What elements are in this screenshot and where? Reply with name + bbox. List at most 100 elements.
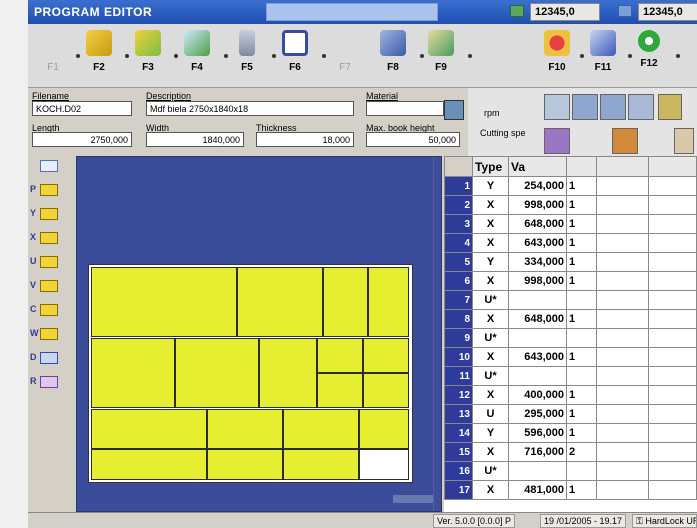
cut-type-cell[interactable]: Y (472, 252, 509, 272)
value-cell[interactable] (508, 461, 567, 481)
cut-type-cell[interactable]: U (472, 404, 509, 424)
extra-cell[interactable] (648, 176, 697, 196)
tool-7-icon[interactable] (612, 128, 638, 154)
f1-button[interactable]: F1 (30, 28, 76, 84)
cut-list-grid[interactable]: Type Va 1 Y 254,000 1 2 X 998,000 1 3 X 648,000 1 4 X… (444, 156, 697, 512)
value-cell[interactable]: 643,000 (508, 347, 567, 367)
value-cell[interactable]: 998,000 (508, 271, 567, 291)
vtool-p[interactable]: P (30, 182, 58, 198)
vtool-v[interactable]: V (30, 278, 58, 294)
extra-cell[interactable] (648, 347, 697, 367)
repeat-cell[interactable] (566, 328, 597, 348)
cut-type-cell[interactable]: X (472, 214, 509, 234)
extra-cell[interactable] (596, 480, 649, 500)
extra-cell[interactable] (596, 328, 649, 348)
table-row[interactable]: 5 Y 334,000 1 (444, 252, 697, 272)
cut-type-cell[interactable]: U* (472, 290, 509, 310)
vtool-x[interactable]: X (30, 230, 58, 246)
vtool-new[interactable] (30, 158, 58, 174)
table-row[interactable]: 17 X 481,000 1 (444, 480, 697, 500)
cut-type-cell[interactable]: Y (472, 423, 509, 443)
extra-cell[interactable] (648, 442, 697, 462)
cut-type-cell[interactable]: X (472, 442, 509, 462)
extra-cell[interactable] (596, 195, 649, 215)
extra-cell[interactable] (648, 271, 697, 291)
tool-6-icon[interactable] (544, 128, 570, 154)
panel[interactable] (323, 267, 368, 337)
repeat-cell[interactable]: 1 (566, 214, 597, 234)
extra-cell[interactable] (596, 214, 649, 234)
value-cell[interactable]: 481,000 (508, 480, 567, 500)
cut-type-cell[interactable]: U* (472, 328, 509, 348)
extra-cell[interactable] (596, 252, 649, 272)
extra-cell[interactable] (648, 290, 697, 310)
extra-cell[interactable] (596, 290, 649, 310)
value-cell[interactable]: 643,000 (508, 233, 567, 253)
repeat-cell[interactable]: 1 (566, 423, 597, 443)
panel[interactable] (363, 338, 409, 373)
panel[interactable] (91, 409, 207, 449)
extra-cell[interactable] (648, 328, 697, 348)
repeat-cell[interactable]: 1 (566, 176, 597, 196)
table-row[interactable]: 4 X 643,000 1 (444, 233, 697, 253)
extra-cell[interactable] (596, 347, 649, 367)
repeat-cell[interactable]: 2 (566, 442, 597, 462)
table-row[interactable]: 11 U* (444, 366, 697, 386)
repeat-cell[interactable] (566, 461, 597, 481)
extra-cell[interactable] (648, 461, 697, 481)
extra-cell[interactable] (648, 233, 697, 253)
value-cell[interactable]: 334,000 (508, 252, 567, 272)
tool-4-icon[interactable] (628, 94, 654, 120)
extra-cell[interactable] (596, 233, 649, 253)
extra-cell[interactable] (648, 252, 697, 272)
value-cell[interactable] (508, 290, 567, 310)
vtool-d[interactable]: D (30, 350, 58, 366)
panel[interactable] (283, 449, 359, 480)
thickness-field[interactable]: 18,000 (256, 132, 354, 147)
panel[interactable] (91, 267, 237, 337)
panel[interactable] (317, 338, 363, 373)
description-field[interactable]: Mdf biela 2750x1840x18 (146, 101, 354, 116)
extra-cell[interactable] (648, 423, 697, 443)
value-column-header[interactable]: Va (508, 156, 567, 177)
extra-cell[interactable] (648, 309, 697, 329)
type-column-header[interactable]: Type (472, 156, 509, 177)
repeat-cell[interactable]: 1 (566, 347, 597, 367)
cut-type-cell[interactable]: X (472, 385, 509, 405)
value-cell[interactable]: 716,000 (508, 442, 567, 462)
panel[interactable] (91, 338, 175, 408)
vtool-r[interactable]: R (30, 374, 58, 390)
cut-type-cell[interactable]: X (472, 195, 509, 215)
value-cell[interactable]: 254,000 (508, 176, 567, 196)
extra-cell[interactable] (648, 214, 697, 234)
material-field[interactable] (366, 101, 444, 116)
extra-cell[interactable] (596, 404, 649, 424)
f8-button[interactable]: F8 (370, 28, 416, 84)
value-cell[interactable] (508, 328, 567, 348)
cut-type-cell[interactable]: U* (472, 461, 509, 481)
extra-cell[interactable] (596, 366, 649, 386)
extra-cell[interactable] (648, 480, 697, 500)
panel[interactable] (207, 409, 283, 449)
extra-cell[interactable] (648, 404, 697, 424)
panel[interactable] (283, 409, 359, 449)
f7-button[interactable]: F7 (322, 28, 368, 84)
extra-cell[interactable] (596, 309, 649, 329)
f9-button[interactable]: F9 (418, 28, 464, 84)
width-field[interactable]: 1840,000 (146, 132, 244, 147)
panel[interactable] (175, 338, 259, 408)
panel[interactable] (91, 449, 207, 480)
repeat-cell[interactable]: 1 (566, 385, 597, 405)
repeat-cell[interactable]: 1 (566, 271, 597, 291)
cut-type-cell[interactable]: Y (472, 176, 509, 196)
vtool-u[interactable]: U (30, 254, 58, 270)
repeat-cell[interactable]: 1 (566, 195, 597, 215)
tool-2-icon[interactable] (572, 94, 598, 120)
value-cell[interactable]: 596,000 (508, 423, 567, 443)
panel[interactable] (368, 267, 409, 337)
tool-5-icon[interactable] (658, 94, 682, 120)
material-select-button[interactable] (444, 100, 464, 120)
max-book-height-field[interactable]: 50,000 (366, 132, 460, 147)
repeat-cell[interactable]: 1 (566, 480, 597, 500)
extra-column-header[interactable] (596, 156, 649, 177)
